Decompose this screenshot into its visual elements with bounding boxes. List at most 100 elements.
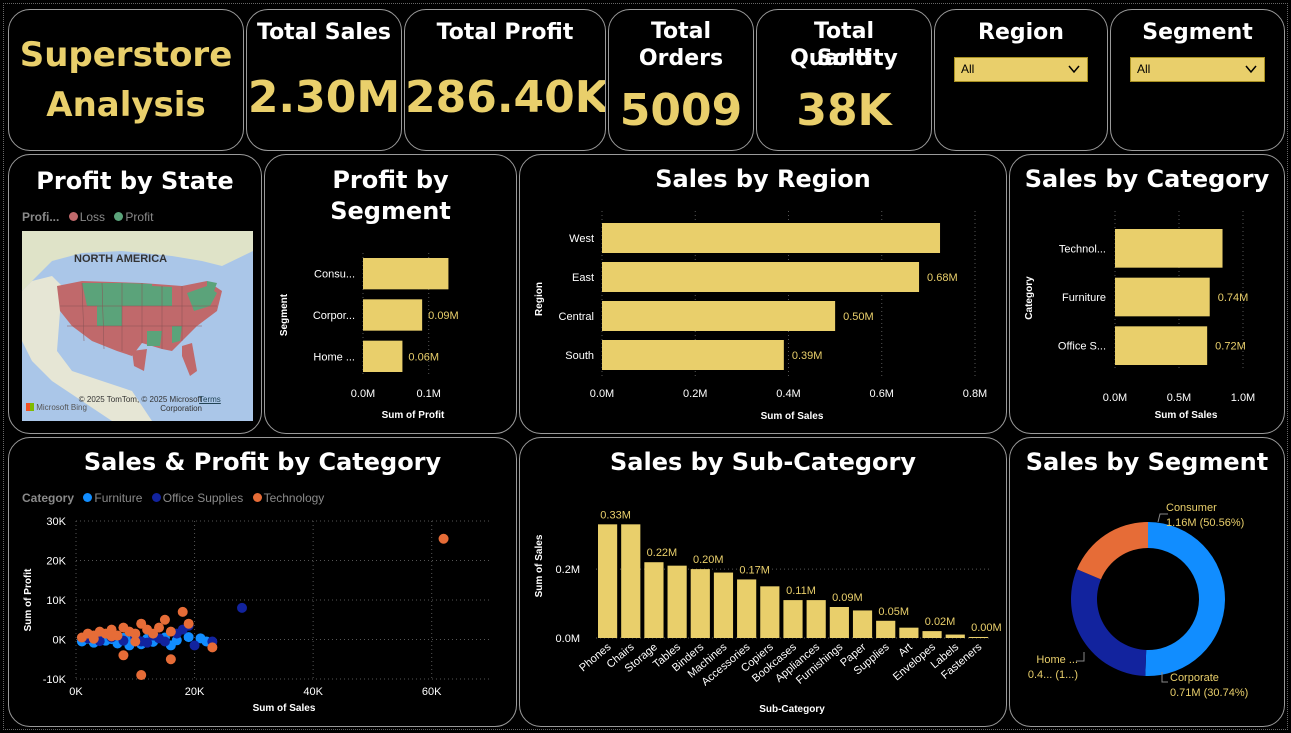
- x-tick-label: 60K: [422, 686, 442, 698]
- bing-logo: Microsoft Bing: [26, 403, 87, 412]
- x-tick-label: 0.5M: [1167, 392, 1191, 404]
- donut-slice: [1145, 522, 1225, 676]
- scatter-point: [183, 618, 194, 629]
- scatter-point: [154, 622, 164, 633]
- slice-value-label: 1.16M (50.56%): [1166, 517, 1244, 529]
- bar: [363, 299, 423, 331]
- chevron-down-icon: [1245, 65, 1257, 74]
- bar: [852, 610, 873, 638]
- bar: [690, 569, 710, 638]
- dropdown-value: All: [961, 62, 975, 76]
- region-slicer-card: Region All: [934, 9, 1108, 151]
- data-label: 0.22M: [647, 547, 678, 559]
- bar: [1115, 277, 1210, 317]
- bar: [363, 258, 449, 290]
- slicer-title: Segment: [1142, 20, 1253, 45]
- bar: [876, 620, 896, 638]
- slice-label: Home ...: [1036, 654, 1078, 666]
- y-tick-label: 20K: [46, 556, 66, 568]
- donut-slice: [1076, 522, 1148, 580]
- bar: [806, 600, 826, 638]
- kpi-total-orders: Total Orders 5009: [608, 9, 754, 151]
- sales-profit-scatter-card: Sales & Profit by Category Category Furn…: [8, 437, 517, 727]
- x-axis-title: Sub-Category: [759, 704, 825, 715]
- scatter-point: [189, 640, 200, 651]
- chart-title: Profit by State: [36, 167, 234, 195]
- scatter-point: [159, 614, 170, 625]
- brand-line1: Superstore: [19, 35, 233, 75]
- bar: [621, 524, 641, 638]
- profit-by-segment-card: Profit by Segment 0.0M 0.1M Consu... Corpor.…: [264, 154, 517, 434]
- data-label: 0.00M: [971, 622, 1002, 634]
- x-tick-label: 1.0M: [1231, 392, 1255, 404]
- sales-by-region-card: Sales by Region 0.0M 0.2M 0.4M 0.6M 0.8M West…: [519, 154, 1007, 434]
- bar: [667, 565, 687, 638]
- category-label: Central: [559, 311, 594, 323]
- map-legend: Profi... Loss Profit: [22, 210, 153, 224]
- category-label: West: [569, 233, 594, 245]
- scatter-point: [106, 631, 117, 642]
- bar: [1115, 229, 1223, 268]
- kpi-value: 5009: [619, 85, 743, 136]
- bar: [1115, 326, 1208, 365]
- map-terms-link[interactable]: Terms: [199, 395, 221, 404]
- kpi-total-profit: Total Profit 286.40K: [404, 9, 606, 151]
- scatter-point: [177, 606, 188, 617]
- y-axis-title: Category: [1024, 276, 1035, 320]
- x-tick-label: 0.6M: [870, 388, 894, 400]
- kpi-value: 38K: [796, 85, 892, 136]
- profit-dot-icon: [114, 212, 124, 221]
- bing-label: Microsoft Bing: [36, 403, 87, 412]
- sales-by-segment-chart[interactable]: Consumer 1.16M (50.56%) Corporate 0.71M (30…: [1010, 438, 1285, 727]
- bar: [968, 636, 988, 638]
- sales-by-category-chart[interactable]: 0.0M 0.5M 1.0M Technol... Furniture 0.74M Offi…: [1010, 155, 1285, 434]
- bar: [644, 562, 664, 638]
- loss-dot-icon: [68, 212, 78, 221]
- sales-by-subcategory-chart[interactable]: 0.2M0.0MPhones0.33MChairsStorage0.22MTab…: [520, 438, 1007, 727]
- category-label: East: [572, 272, 594, 284]
- data-label: 0.33M: [600, 509, 631, 521]
- data-label: 0.39M: [792, 350, 823, 362]
- scatter-point: [118, 650, 129, 661]
- y-tick-label: 10K: [46, 595, 66, 607]
- y-tick-label: 30K: [46, 516, 66, 528]
- slicer-title: Region: [978, 20, 1064, 45]
- scatter-point: [165, 654, 176, 665]
- state-map[interactable]: NORTH AMERICA © 2025 TomTom, © 2025 Micr…: [22, 231, 253, 421]
- bar: [363, 340, 403, 372]
- sales-by-region-chart[interactable]: 0.0M 0.2M 0.4M 0.6M 0.8M West East 0.68M Central…: [520, 155, 1007, 434]
- x-tick-label: 0.1M: [416, 388, 440, 400]
- x-tick-label: 20K: [185, 686, 205, 698]
- sales-by-segment-card: Sales by Segment Consumer 1.16M (50.56%) C…: [1009, 437, 1285, 727]
- bar: [922, 631, 942, 638]
- kpi-value: 286.40K: [405, 72, 606, 123]
- map-region-label: NORTH AMERICA: [74, 253, 168, 265]
- profit-by-segment-chart[interactable]: 0.0M 0.1M Consu... Corpor... 0.09M Home ... 0.…: [265, 155, 517, 434]
- y-axis-title: Sum of Profit: [23, 568, 34, 631]
- data-label: 0.72M: [1215, 341, 1246, 353]
- segment-dropdown[interactable]: All: [1130, 57, 1265, 82]
- x-tick-label: 0.8M: [963, 388, 987, 400]
- category-label: Home ...: [313, 351, 355, 363]
- kpi-label-line1: Total: [650, 19, 712, 44]
- scatter-point: [159, 636, 170, 647]
- data-label: 0.05M: [878, 606, 909, 618]
- brand-card: Superstore Analysis: [8, 9, 244, 151]
- x-axis-title: Sum of Sales: [761, 411, 824, 422]
- dropdown-value: All: [1137, 62, 1151, 76]
- kpi-value: 2.30M: [247, 72, 401, 123]
- category-label: Consu...: [314, 269, 355, 281]
- x-tick-label: 0.2M: [683, 388, 707, 400]
- kpi-label: Total Profit: [436, 20, 574, 45]
- region-dropdown[interactable]: All: [954, 57, 1088, 82]
- category-label: South: [565, 350, 594, 362]
- scatter-point: [438, 533, 449, 544]
- x-axis-title: Sum of Sales: [253, 703, 316, 714]
- kpi-label: Total Sales: [256, 20, 391, 45]
- legend-title: Profi...: [22, 210, 60, 224]
- y-tick-label: 0.0M: [556, 633, 580, 645]
- scatter-point: [136, 670, 147, 681]
- sales-profit-scatter-chart[interactable]: 30K20K10K0K-10K0K 20K 40K 60KSum of SalesSu…: [9, 438, 517, 727]
- y-tick-label: 0.2M: [556, 564, 580, 576]
- scatter-point: [165, 626, 176, 637]
